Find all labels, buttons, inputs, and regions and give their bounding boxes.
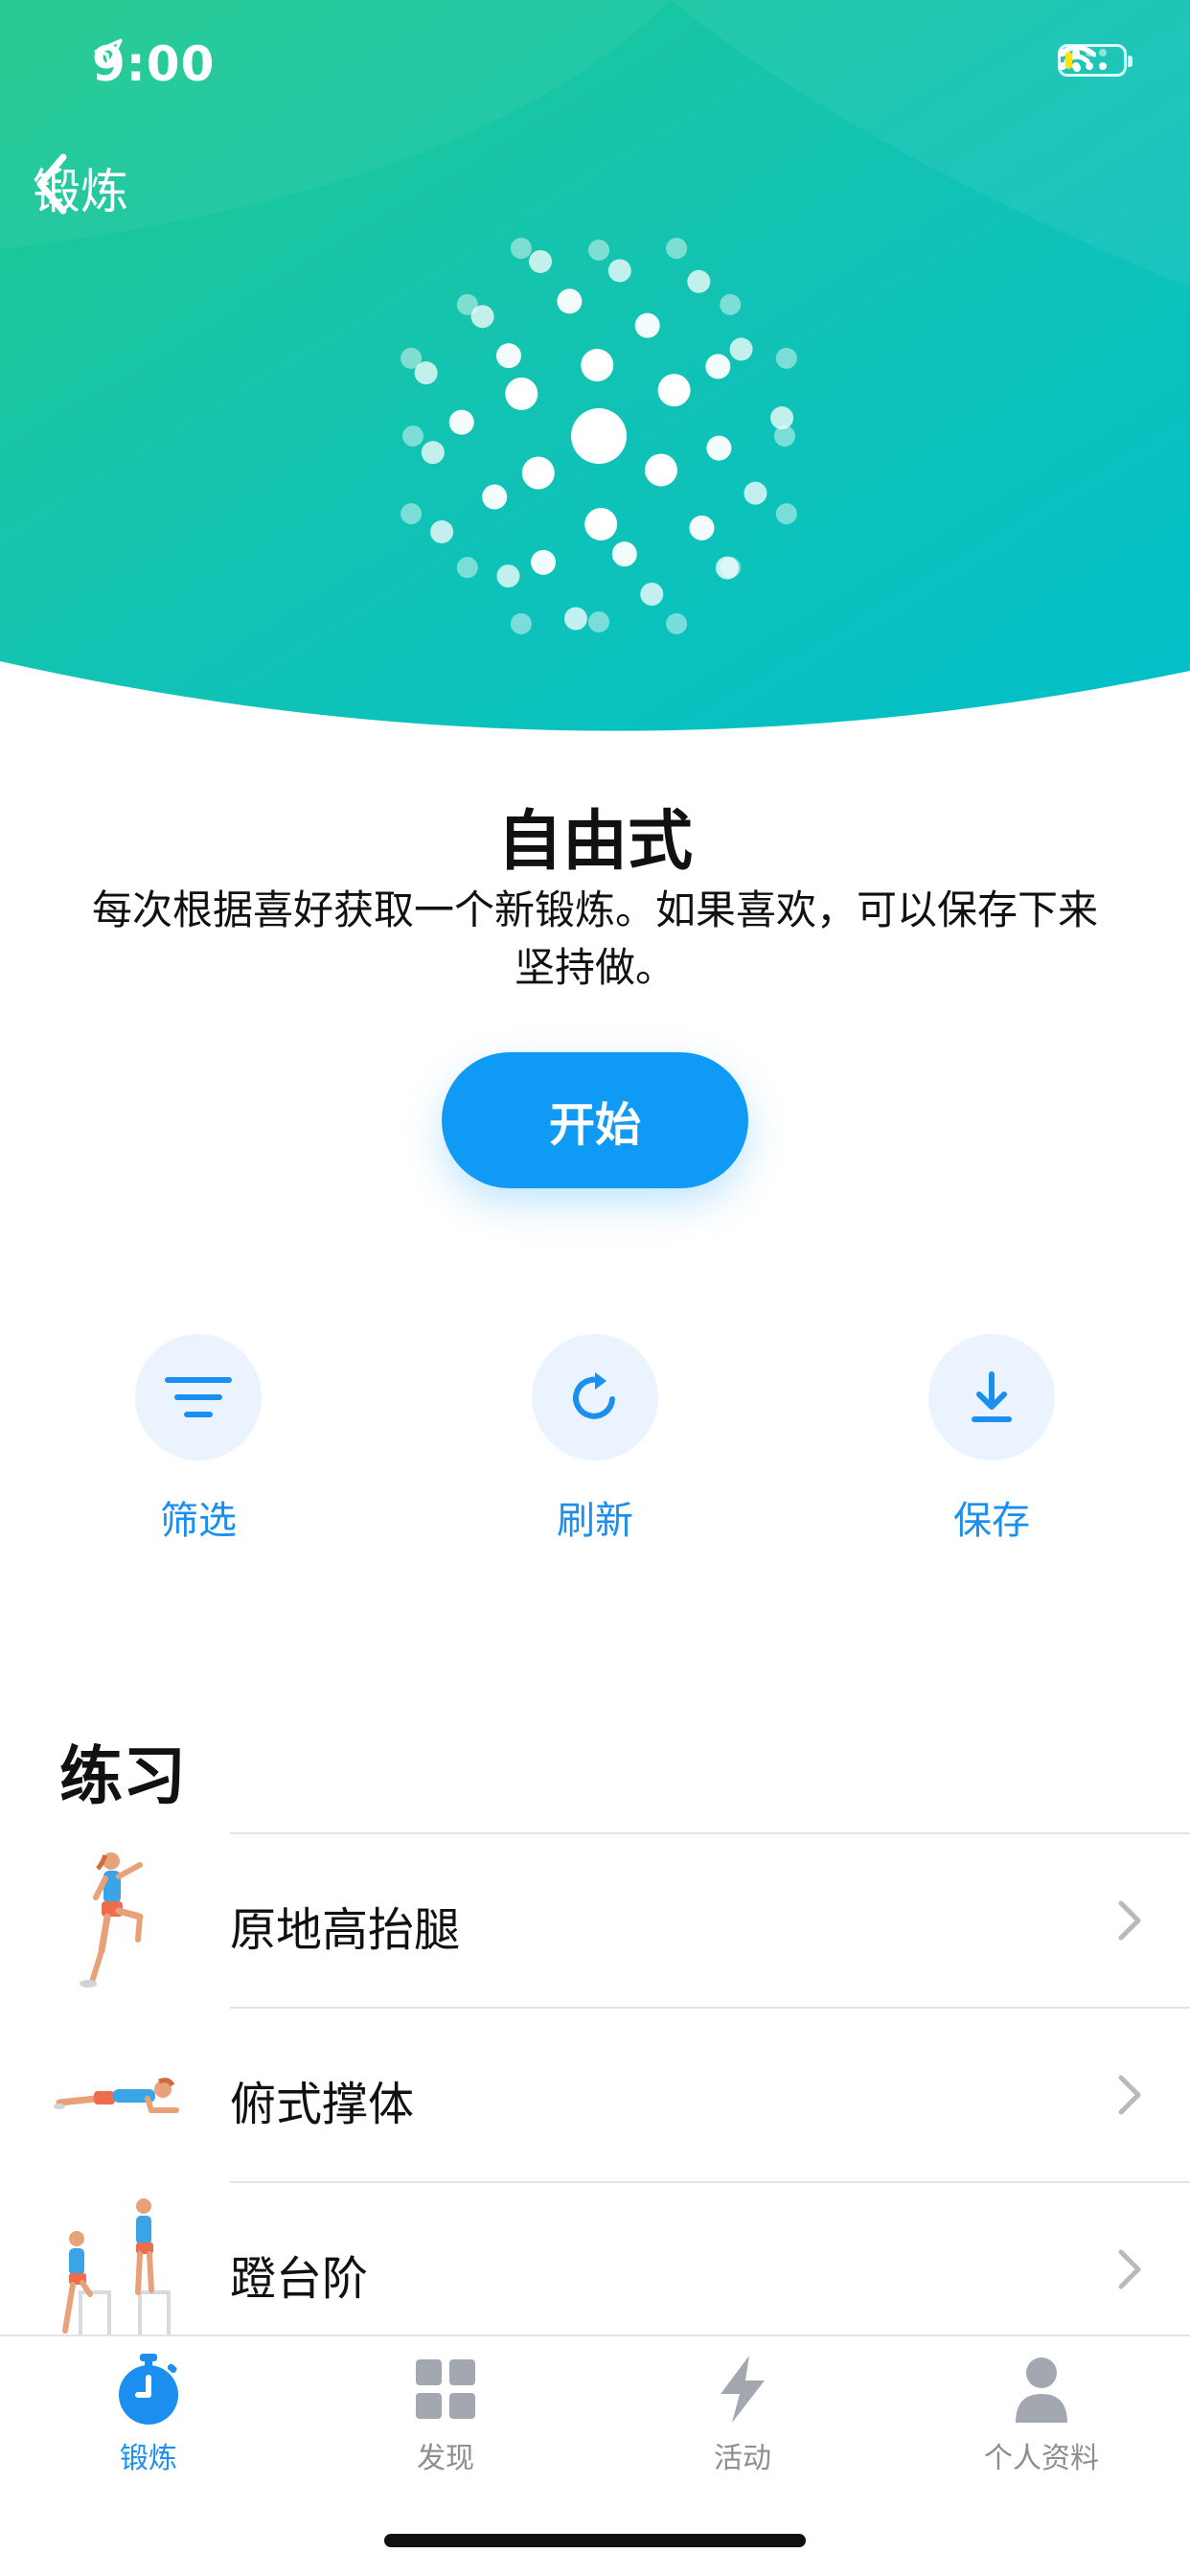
refresh-button[interactable]: 刷新	[499, 1334, 691, 1545]
burst-dot	[720, 293, 742, 315]
burst-dot	[531, 549, 557, 575]
header-banner: 9:00 锻炼	[0, 0, 1190, 748]
refresh-button-circle	[532, 1334, 658, 1460]
exercise-item-high-knees[interactable]: 原地高抬腿	[0, 1834, 1190, 2007]
tab-label: 活动	[714, 2442, 771, 2475]
burst-dot	[634, 312, 660, 338]
workout-screen: 9:00 锻炼 自由式 每次根据喜好获取一个新锻炼。如果喜欢，可以保存下来坚持做…	[0, 0, 1190, 2576]
tab-workout[interactable]: 锻炼	[53, 2354, 244, 2476]
refresh-label: 刷新	[557, 1499, 633, 1543]
chevron-right-icon	[1118, 2075, 1141, 2115]
burst-dot	[456, 293, 478, 315]
burst-dot	[529, 249, 553, 273]
burst-dot	[430, 519, 454, 543]
filter-label: 筛选	[160, 1499, 237, 1543]
refresh-icon	[573, 1372, 615, 1419]
burst-dot	[774, 426, 795, 447]
step-up-figure	[62, 2198, 171, 2338]
burst-dot	[640, 582, 664, 606]
tab-label: 发现	[417, 2442, 474, 2475]
filter-button-circle	[135, 1334, 262, 1460]
high-knees-figure	[80, 1852, 144, 1988]
burst-dot	[482, 484, 508, 510]
status-time: 9:00	[92, 36, 215, 92]
start-button[interactable]: 开始	[442, 1052, 748, 1188]
burst-dot	[687, 269, 711, 293]
burst-dot	[775, 347, 797, 369]
burst-dot	[588, 611, 609, 632]
chevron-right-icon	[1118, 2249, 1141, 2289]
exercises-heading: 练习	[59, 1739, 186, 1813]
burst-dot	[720, 557, 742, 579]
burst-dot	[581, 349, 614, 382]
stopwatch-icon	[119, 2354, 178, 2425]
dot-burst-icon	[400, 238, 797, 634]
exercise-item-plank[interactable]: 俯式撑体	[0, 2009, 1190, 2181]
exercise-name: 蹬台阶	[230, 2252, 369, 2306]
burst-dot	[456, 557, 478, 579]
burst-dot	[510, 238, 532, 260]
save-label: 保存	[953, 1499, 1030, 1543]
home-indicator[interactable]	[384, 2534, 806, 2547]
battery-level	[1065, 52, 1072, 69]
lightning-icon	[721, 2356, 765, 2423]
grid-icon	[416, 2359, 475, 2419]
burst-dot	[705, 354, 731, 380]
download-icon	[972, 1371, 1012, 1422]
burst-dot	[744, 481, 767, 505]
exercise-name: 原地高抬腿	[230, 1903, 461, 1957]
burst-dot	[496, 564, 520, 588]
burst-dot	[563, 607, 587, 631]
burst-dot	[571, 408, 627, 464]
burst-dot	[400, 347, 423, 369]
filter-button[interactable]: 筛选	[103, 1334, 294, 1545]
burst-dot	[706, 435, 732, 461]
exercise-name: 俯式撑体	[230, 2078, 415, 2131]
tab-profile[interactable]: 个人资料	[946, 2354, 1137, 2476]
burst-dot	[584, 507, 618, 540]
burst-dot	[510, 612, 532, 634]
burst-dot	[421, 441, 445, 465]
burst-dot	[666, 612, 688, 634]
save-button-circle	[928, 1334, 1055, 1460]
person-icon	[1016, 2358, 1067, 2423]
save-button[interactable]: 保存	[896, 1334, 1087, 1545]
burst-dot	[588, 240, 609, 261]
burst-dot	[775, 503, 797, 525]
tab-label: 锻炼	[120, 2442, 177, 2475]
location-arrow-icon	[94, 38, 123, 67]
workout-description: 每次根据喜好获取一个新锻炼。如果喜欢，可以保存下来坚持做。	[91, 886, 1098, 991]
burst-dot	[657, 374, 691, 407]
status-icons	[1058, 44, 1133, 77]
tab-discover[interactable]: 发现	[350, 2354, 541, 2476]
chevron-right-icon	[1118, 1900, 1141, 1941]
tab-activity[interactable]: 活动	[647, 2354, 838, 2476]
burst-dot	[402, 426, 423, 447]
chevron-left-icon	[36, 153, 67, 215]
filter-icon	[165, 1377, 232, 1417]
burst-dot	[666, 238, 688, 260]
workout-title: 自由式	[496, 804, 693, 880]
burst-dot	[521, 456, 555, 490]
battery-icon	[1058, 44, 1133, 77]
plank-figure	[54, 2078, 179, 2113]
tab-label: 个人资料	[984, 2442, 1099, 2475]
burst-dot	[611, 541, 637, 567]
burst-dot	[607, 259, 631, 283]
burst-dot	[729, 337, 753, 361]
burst-dot	[689, 515, 715, 540]
burst-dot	[495, 343, 521, 369]
burst-dot	[505, 377, 538, 410]
back-button[interactable]: 锻炼	[33, 153, 128, 222]
burst-dot	[644, 453, 677, 487]
burst-dot	[400, 503, 423, 525]
burst-dot	[557, 288, 583, 314]
exercise-item-step-up[interactable]: 蹬台阶	[0, 2183, 1190, 2356]
burst-dot	[448, 409, 474, 435]
